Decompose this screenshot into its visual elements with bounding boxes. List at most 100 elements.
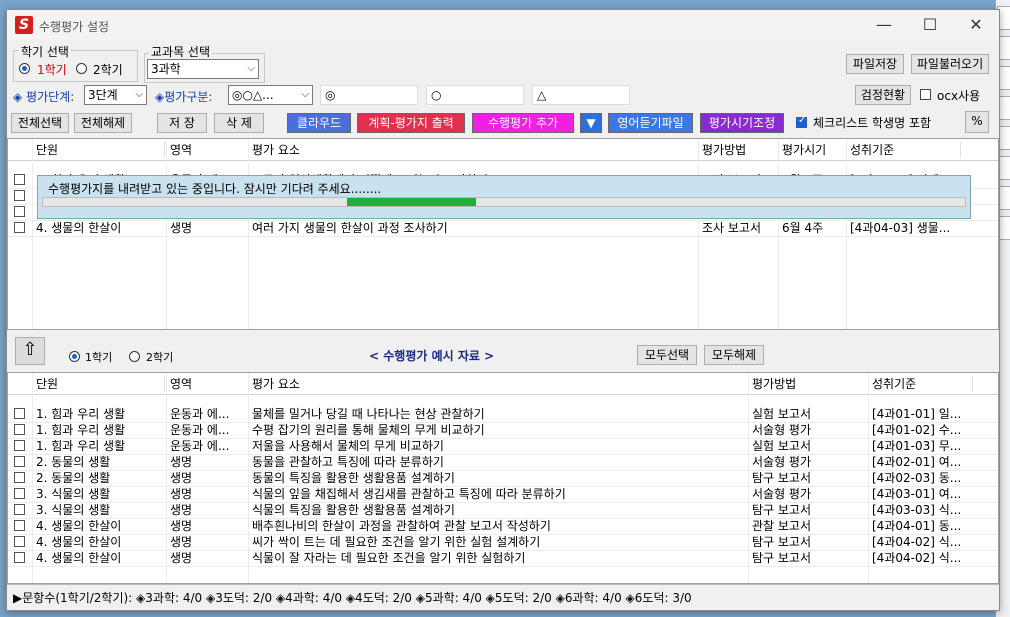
table-cell: 생명 (170, 471, 193, 485)
row-checkbox[interactable] (14, 488, 25, 499)
dropdown-menu-button[interactable]: ▼ (580, 113, 602, 133)
table-row[interactable]: 4. 생물의 한살이 생명 배추흰나비의 한살이 과정을 관찰하여 관찰 보고서 작… (8, 518, 998, 534)
semester-1-label[interactable]: 1학기 (37, 61, 67, 78)
subject-select[interactable]: 3과학 ⌵ (147, 59, 259, 79)
table-cell: 물체를 밀거나 당길 때 나타나는 현상 관찰하기 (252, 407, 485, 421)
symbol-field-1[interactable]: ◎ (320, 85, 418, 105)
row-checkbox[interactable] (14, 408, 25, 419)
checklist-checkbox[interactable] (796, 115, 807, 128)
column-header[interactable]: 평가 요소 (252, 142, 699, 158)
table-row[interactable]: 1. 힘과 우리 생활 운동과 에... 물체를 밀거나 당길 때 나타나는 현상 … (8, 406, 998, 422)
table-cell: 식물이 잘 자라는 데 필요한 조건을 알기 위한 실험하기 (252, 551, 526, 565)
table-row[interactable]: 4. 생물의 한살이 생명 씨가 싹이 트는 데 필요한 조건을 알기 위한 실험 … (8, 534, 998, 550)
example-semester-2-label[interactable]: 2학기 (146, 349, 173, 365)
row-checkbox[interactable] (14, 174, 25, 185)
column-header[interactable]: 영역 (170, 142, 249, 158)
deselect-all-button[interactable]: 전체해제 (74, 113, 132, 133)
progress-message: 수행평가지를 내려받고 있는 중입니다. 잠시만 기다려 주세요........ (48, 182, 382, 196)
column-header[interactable]: 성취기준 (850, 142, 961, 158)
row-checkbox[interactable] (14, 206, 25, 217)
row-checkbox[interactable] (14, 222, 25, 233)
table-cell: 서술형 평가 (752, 455, 812, 469)
row-checkbox[interactable] (14, 504, 25, 515)
symbol-field-3[interactable]: △ (532, 85, 630, 105)
up-arrow-icon: ⇧ (22, 339, 38, 360)
symbol-field-2[interactable]: ○ (426, 85, 524, 105)
table-cell: [4과04-03] 생물... (850, 221, 951, 235)
semester-1-radio[interactable] (19, 63, 30, 74)
table-cell: 서술형 평가 (752, 423, 812, 437)
row-checkbox[interactable] (14, 520, 25, 531)
eval-stage-select[interactable]: 3단계 ⌵ (84, 85, 147, 105)
grid-header-row: 단원 영역 평가 요소 평가방법 평가시기 성취기준 (8, 142, 998, 158)
table-row[interactable]: 3. 식물의 생활 생명 식물의 잎을 채집해서 생김새를 관찰하고 특징에 따라 … (8, 486, 998, 502)
assessment-grid: 단원영역평가 요소평가방법평가시기성취기준1. 힘과 우리 생활운동과 에...… (7, 138, 999, 330)
column-header[interactable]: 단원 (36, 376, 165, 392)
delete-button[interactable]: 삭 제 (214, 113, 264, 133)
table-row[interactable]: 1. 힘과 우리 생활 운동과 에... 수평 잡기의 원리를 통해 물체의 무게 … (8, 422, 998, 438)
table-cell: [4과04-01] 동... (872, 519, 962, 533)
table-cell: 생명 (170, 455, 193, 469)
example-deselect-all-button[interactable]: 모두해제 (704, 345, 764, 365)
example-semester-2-radio[interactable] (129, 351, 140, 362)
schedule-adjust-button[interactable]: 평가시기조정 (700, 113, 784, 133)
eval-stage-label: ◈ 평가단계: (13, 90, 75, 104)
table-cell: [4과01-01] 일... (872, 407, 962, 421)
table-row[interactable]: 2. 동물의 생활 생명 동물을 관찰하고 특징에 따라 분류하기 서술형 평가 [4과… (8, 454, 998, 470)
table-cell: 6월 4주 (782, 221, 824, 235)
column-header[interactable]: 평가방법 (702, 142, 779, 158)
app-logo-icon: S (15, 16, 33, 34)
example-semester-1-label[interactable]: 1학기 (85, 349, 112, 365)
eval-type-select[interactable]: ◎○△... ⌵ (228, 85, 313, 105)
chevron-down-icon: ⌵ (301, 89, 309, 100)
row-checkbox[interactable] (14, 536, 25, 547)
column-header[interactable]: 평가방법 (752, 376, 869, 392)
table-row[interactable]: 4. 생물의 한살이 생명 여러 가지 생물의 한살이 과정 조사하기 조사 보고서 6… (8, 220, 998, 236)
table-cell: [4과02-03] 동... (872, 471, 962, 485)
row-checkbox[interactable] (14, 472, 25, 483)
save-button[interactable]: 저 장 (157, 113, 207, 133)
row-checkbox[interactable] (14, 424, 25, 435)
row-checkbox[interactable] (14, 190, 25, 201)
minimize-button[interactable]: — (861, 10, 907, 40)
table-cell: [4과04-02] 식... (872, 535, 962, 549)
title-bar[interactable]: S 수행평가 설정 — ☐ ✕ (7, 10, 999, 40)
table-cell: 2. 동물의 생활 (36, 455, 111, 469)
column-header[interactable]: 성취기준 (872, 376, 973, 392)
table-row[interactable]: 2. 동물의 생활 생명 동물의 특징을 활용한 생활용품 설계하기 탐구 보고서 [4… (8, 470, 998, 486)
ocx-checkbox[interactable] (920, 89, 931, 100)
table-cell: 서술형 평가 (752, 487, 812, 501)
table-cell: 2. 동물의 생활 (36, 471, 111, 485)
column-header[interactable]: 영역 (170, 376, 249, 392)
row-checkbox[interactable] (14, 552, 25, 563)
close-button[interactable]: ✕ (953, 10, 999, 40)
semester-2-radio[interactable] (76, 63, 87, 74)
column-header[interactable]: 단원 (36, 142, 165, 158)
load-file-button[interactable]: 파일불러오기 (911, 54, 989, 74)
select-all-button[interactable]: 전체선택 (11, 113, 69, 133)
maximize-button[interactable]: ☐ (907, 10, 953, 40)
percent-button[interactable]: % (965, 111, 989, 133)
row-checkbox[interactable] (14, 440, 25, 451)
up-arrow-button[interactable]: ⇧ (15, 337, 45, 365)
table-row[interactable]: 1. 힘과 우리 생활 운동과 에... 저울을 사용해서 물체의 무게 비교하기 실… (8, 438, 998, 454)
column-header[interactable]: 평가시기 (782, 142, 847, 158)
semester-2-label[interactable]: 2학기 (93, 61, 123, 78)
example-select-all-button[interactable]: 모두선택 (637, 345, 697, 365)
table-cell: 씨가 싹이 트는 데 필요한 조건을 알기 위한 실험 설계하기 (252, 535, 541, 549)
table-row[interactable]: 3. 식물의 생활 생명 식물의 특징을 활용한 생활용품 설계하기 탐구 보고서 [4… (8, 502, 998, 518)
plan-print-button[interactable]: 계획-평가지 출력 (357, 113, 465, 133)
save-file-button[interactable]: 파일저장 (846, 54, 904, 74)
check-status-button[interactable]: 검정현황 (855, 85, 911, 105)
table-cell: 3. 식물의 생활 (36, 503, 111, 517)
example-semester-1-radio[interactable] (69, 351, 80, 362)
add-eval-button[interactable]: 수행평가 추가 (472, 113, 574, 133)
eval-stage-value: 3단계 (88, 88, 118, 102)
video-file-button[interactable]: 영어듣기파일 (608, 113, 693, 133)
column-header[interactable]: 평가 요소 (252, 376, 749, 392)
row-checkbox[interactable] (14, 456, 25, 467)
table-cell: [4과01-03] 무... (872, 439, 962, 453)
table-cell: 운동과 에... (170, 407, 230, 421)
cloud-button[interactable]: 클라우드 (287, 113, 351, 133)
table-row[interactable]: 4. 생물의 한살이 생명 식물이 잘 자라는 데 필요한 조건을 알기 위한 실험… (8, 550, 998, 566)
